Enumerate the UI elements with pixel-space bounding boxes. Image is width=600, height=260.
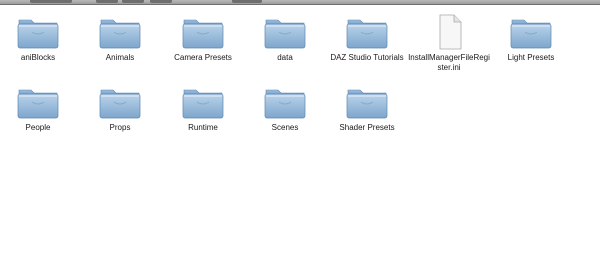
folder-icon [162,14,244,50]
folder-item[interactable]: Scenes [244,84,326,133]
item-label: InstallManagerFileRegister.ini [408,53,490,72]
folder-icon [0,84,79,120]
folder-item[interactable]: Camera Presets [162,14,244,63]
item-label: DAZ Studio Tutorials [330,53,404,62]
folder-icon [0,14,79,50]
folder-item[interactable]: Runtime [162,84,244,133]
item-label: Camera Presets [174,53,232,62]
toolbar-button[interactable] [30,0,72,3]
item-label: Props [109,123,131,132]
folder-item[interactable]: People [0,84,79,133]
toolbar-button[interactable] [150,0,172,3]
folder-icon [79,14,161,50]
toolbar-button[interactable] [232,0,262,3]
folder-icon [326,84,408,120]
item-label: Scenes [271,123,299,132]
toolbar-button[interactable] [122,0,144,3]
folder-item[interactable]: data [244,14,326,63]
folder-item[interactable]: DAZ Studio Tutorials [326,14,408,63]
folder-icon [162,84,244,120]
item-label: Runtime [188,123,218,132]
folder-icon [244,14,326,50]
folder-icon [490,14,572,50]
folder-icon [326,14,408,50]
folder-item[interactable]: Shader Presets [326,84,408,133]
item-label: aniBlocks [20,53,56,62]
item-label: Light Presets [507,53,555,62]
folder-item[interactable]: Light Presets [490,14,572,63]
toolbar-button[interactable] [96,0,118,3]
folder-item[interactable]: aniBlocks [0,14,79,63]
item-label: data [277,53,293,62]
item-label: Animals [105,53,135,62]
file-item[interactable]: InstallManagerFileRegister.ini [408,14,490,73]
folder-item[interactable]: Animals [79,14,161,63]
folder-icon [79,84,161,120]
finder-window: aniBlocks Animals Camera Presets data DA… [0,0,600,260]
folder-item[interactable]: Props [79,84,161,133]
folder-icon [244,84,326,120]
item-label: People [25,123,51,132]
item-label: Shader Presets [339,123,395,132]
toolbar [0,0,600,5]
document-icon [408,14,490,50]
